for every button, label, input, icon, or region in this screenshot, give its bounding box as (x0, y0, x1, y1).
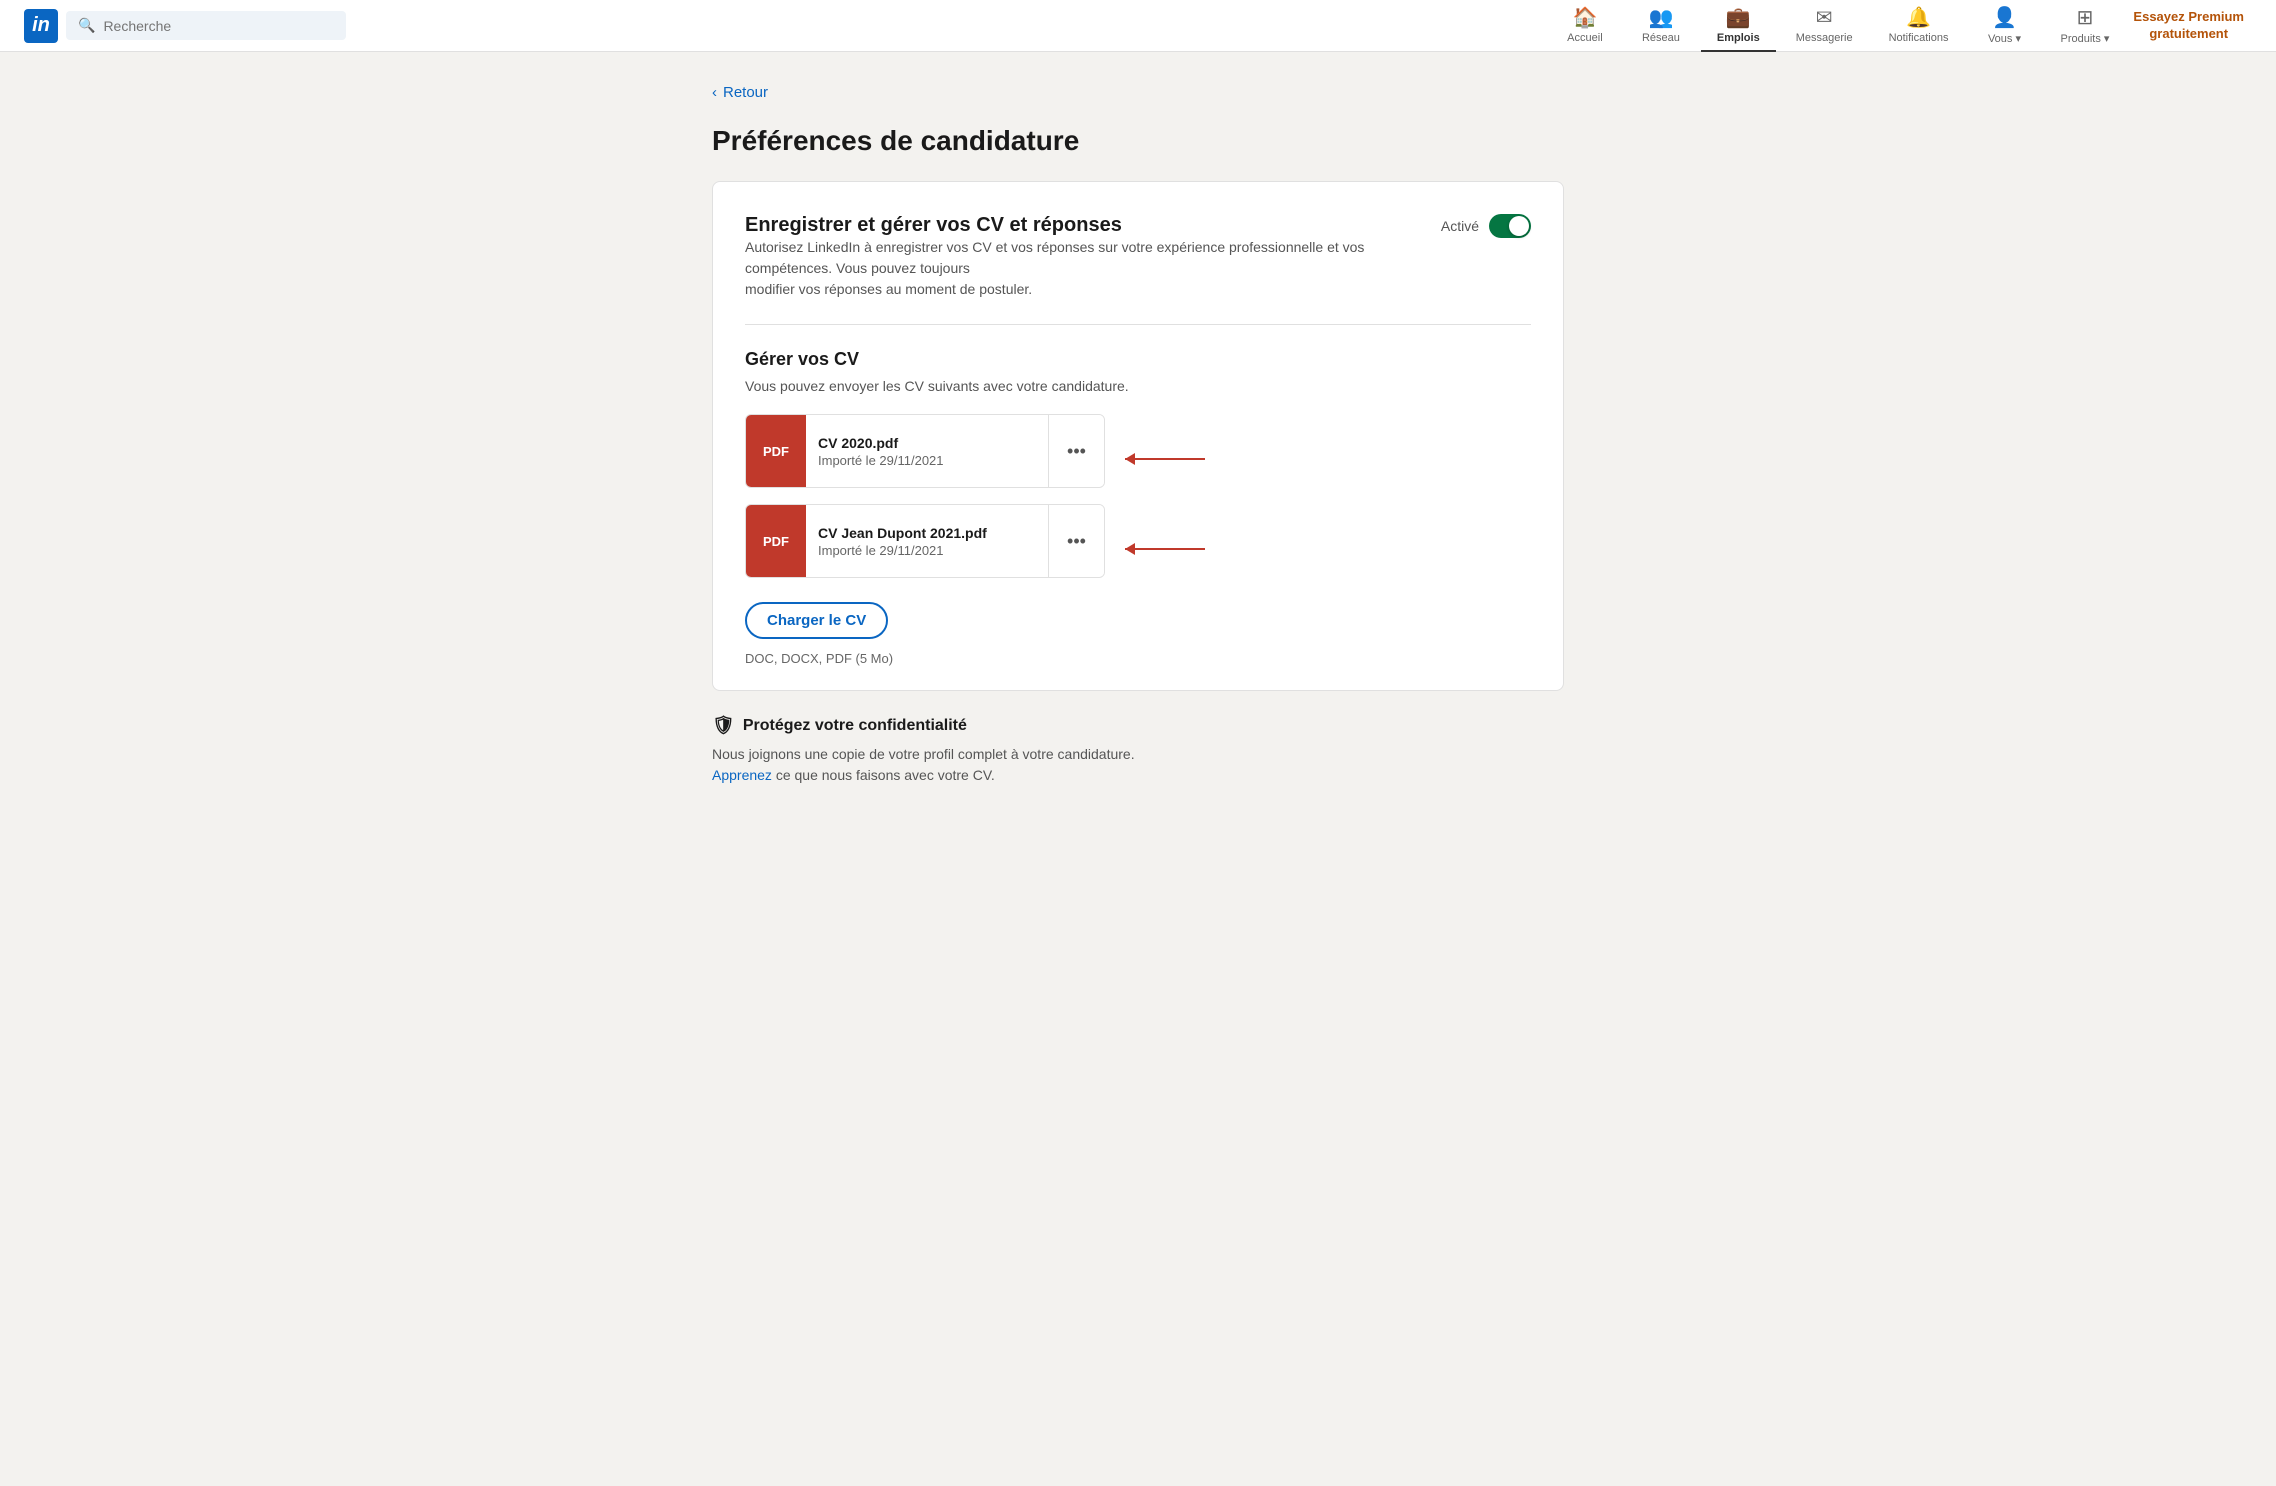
privacy-desc-suffix: ce que nous faisons avec votre CV. (772, 767, 995, 783)
back-link[interactable]: ‹ Retour (712, 84, 1564, 101)
nav-label-vous: Vous ▾ (1988, 32, 2021, 45)
cv-item-1-date: Importé le 29/11/2021 (818, 453, 1036, 468)
grid-icon: ⊞ (2077, 5, 2094, 30)
cv-item-2-info: CV Jean Dupont 2021.pdf Importé le 29/11… (806, 515, 1048, 568)
notifications-icon: 🔔 (1906, 5, 1931, 30)
toggle-group: Activé (1441, 214, 1531, 238)
pdf-badge-2: PDF (746, 505, 806, 577)
preferences-card: Enregistrer et gérer vos CV et réponses … (712, 181, 1564, 691)
nav-label-accueil: Accueil (1567, 32, 1602, 44)
premium-button[interactable]: Essayez Premiumgratuitement (2125, 5, 2252, 47)
toggle-label: Activé (1441, 218, 1479, 234)
section2: Gérer vos CV Vous pouvez envoyer les CV … (745, 349, 1531, 666)
nav-label-notifications: Notifications (1889, 32, 1949, 44)
section1-title: Enregistrer et gérer vos CV et réponses (745, 214, 1441, 237)
network-icon: 👥 (1648, 5, 1673, 30)
cv-item-1-info: CV 2020.pdf Importé le 29/11/2021 (806, 425, 1048, 478)
chevron-left-icon: ‹ (712, 84, 717, 101)
nav-item-accueil[interactable]: 🏠 Accueil (1549, 0, 1621, 52)
arrow-line-1 (1125, 458, 1205, 460)
back-label: Retour (723, 84, 768, 101)
navbar: in 🔍 🏠 Accueil 👥 Réseau 💼 Emplois ✉ Mess… (0, 0, 2276, 52)
cv-item-1: PDF CV 2020.pdf Importé le 29/11/2021 ••… (745, 414, 1105, 488)
privacy-title: 🛡 Protégez votre confidentialité (712, 715, 1564, 736)
arrow-annotation-2 (1125, 548, 1205, 550)
jobs-icon: 💼 (1726, 5, 1751, 30)
home-icon: 🏠 (1572, 5, 1597, 30)
privacy-section: 🛡 Protégez votre confidentialité Nous jo… (712, 715, 1564, 786)
upload-cv-button[interactable]: Charger le CV (745, 602, 888, 639)
cv-item-1-name: CV 2020.pdf (818, 435, 1036, 451)
nav-item-produits[interactable]: ⊞ Produits ▾ (2044, 0, 2125, 52)
nav-item-vous[interactable]: 👤 Vous ▾ (1968, 0, 2040, 52)
nav-label-reseau: Réseau (1642, 32, 1680, 44)
nav-label-messagerie: Messagerie (1796, 32, 1853, 44)
privacy-desc-text: Nous joignons une copie de votre profil … (712, 746, 1135, 762)
cv-item-2: PDF CV Jean Dupont 2021.pdf Importé le 2… (745, 504, 1105, 578)
section1-header: Enregistrer et gérer vos CV et réponses … (745, 214, 1531, 300)
cv-row-2: PDF CV Jean Dupont 2021.pdf Importé le 2… (745, 504, 1531, 594)
section-divider (745, 324, 1531, 325)
nav-item-emplois[interactable]: 💼 Emplois (1701, 0, 1776, 52)
search-icon: 🔍 (78, 17, 95, 34)
nav-label-emplois: Emplois (1717, 32, 1760, 44)
cv-item-2-menu[interactable]: ••• (1048, 505, 1104, 577)
nav-item-messagerie[interactable]: ✉ Messagerie (1780, 0, 1869, 52)
navbar-left: in 🔍 (24, 9, 1549, 43)
privacy-desc: Nous joignons une copie de votre profil … (712, 744, 1564, 786)
messaging-icon: ✉ (1816, 5, 1833, 30)
file-types-label: DOC, DOCX, PDF (5 Mo) (745, 651, 1531, 666)
arrow-annotation-1 (1125, 458, 1205, 460)
save-responses-toggle[interactable] (1489, 214, 1531, 238)
section1-desc: Autorisez LinkedIn à enregistrer vos CV … (745, 237, 1441, 300)
user-icon: 👤 (1992, 5, 2017, 30)
privacy-title-text: Protégez votre confidentialité (743, 717, 967, 735)
linkedin-logo[interactable]: in (24, 9, 58, 43)
nav-label-produits: Produits ▾ (2060, 32, 2109, 45)
search-bar[interactable]: 🔍 (66, 11, 346, 40)
shield-icon: 🛡 (712, 715, 735, 736)
page-title: Préférences de candidature (712, 125, 1564, 157)
cv-section-title: Gérer vos CV (745, 349, 1531, 370)
cv-item-2-date: Importé le 29/11/2021 (818, 543, 1036, 558)
privacy-link[interactable]: Apprenez (712, 767, 772, 783)
search-input[interactable] (103, 18, 334, 34)
cv-row-1: PDF CV 2020.pdf Importé le 29/11/2021 ••… (745, 414, 1531, 504)
section1-text: Enregistrer et gérer vos CV et réponses … (745, 214, 1441, 300)
main-content: ‹ Retour Préférences de candidature Enre… (688, 52, 1588, 818)
cv-item-2-name: CV Jean Dupont 2021.pdf (818, 525, 1036, 541)
nav-item-notifications[interactable]: 🔔 Notifications (1873, 0, 1965, 52)
arrow-line-2 (1125, 548, 1205, 550)
nav-item-reseau[interactable]: 👥 Réseau (1625, 0, 1697, 52)
upload-section: Charger le CV DOC, DOCX, PDF (5 Mo) (745, 602, 1531, 666)
navbar-center: 🏠 Accueil 👥 Réseau 💼 Emplois ✉ Messageri… (1549, 0, 2126, 52)
navbar-right: Essayez Premiumgratuitement (2125, 5, 2252, 47)
pdf-badge-1: PDF (746, 415, 806, 487)
cv-section-desc: Vous pouvez envoyer les CV suivants avec… (745, 378, 1531, 394)
cv-item-1-menu[interactable]: ••• (1048, 415, 1104, 487)
